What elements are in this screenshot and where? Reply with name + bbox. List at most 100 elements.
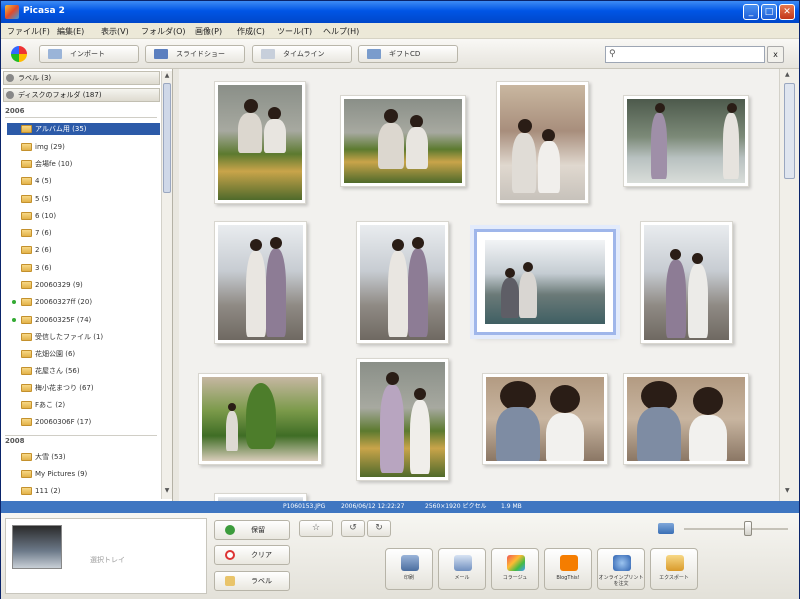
- hold-button[interactable]: 保留: [214, 520, 290, 540]
- menu-file[interactable]: ファイル(F): [7, 26, 50, 37]
- zoom-slider-thumb[interactable]: [744, 521, 752, 536]
- folder-item[interactable]: 花畑公園 (6): [7, 348, 160, 360]
- search-input[interactable]: [622, 48, 762, 61]
- person-head: [386, 372, 399, 385]
- minimize-button[interactable]: _: [743, 4, 759, 20]
- folder-item[interactable]: 大雪 (53): [7, 451, 160, 463]
- export-folder-icon: [666, 555, 684, 571]
- menu-help[interactable]: ヘルプ(H): [323, 26, 359, 37]
- scroll-down-icon[interactable]: ▼: [785, 487, 795, 494]
- collapse-icon: [6, 91, 14, 99]
- scroll-up-icon[interactable]: ▲: [785, 71, 795, 78]
- labels-section-header[interactable]: ラベル (3): [3, 71, 160, 85]
- folder-sidebar: ラベル (3) ディスクのフォルダ (187) 2006 アルバム用 (35) …: [1, 69, 173, 501]
- folder-item[interactable]: 20060329 (9): [7, 279, 160, 291]
- folder-item[interactable]: 20060327ff (20): [7, 296, 160, 308]
- folder-item[interactable]: 6 (10): [7, 210, 160, 222]
- menu-create[interactable]: 作成(C): [237, 26, 265, 37]
- email-button[interactable]: メール: [438, 548, 486, 590]
- folder-icon: [21, 470, 32, 478]
- person-figure: [246, 251, 266, 337]
- photo-thumbnail[interactable]: [623, 373, 749, 465]
- folder-item[interactable]: My Pictures (9): [7, 468, 160, 480]
- label-button[interactable]: ラベル: [214, 571, 290, 591]
- folder-item[interactable]: Fあこ (2): [7, 399, 160, 411]
- photo-image: [485, 240, 605, 324]
- slideshow-button[interactable]: スライドショー: [145, 45, 245, 63]
- photo-thumbnail[interactable]: [623, 95, 749, 187]
- photo-thumbnail[interactable]: [482, 373, 608, 465]
- person-figure: [388, 251, 408, 337]
- person-head: [693, 387, 723, 415]
- sidebar-scrollbar[interactable]: ▲ ▼: [161, 71, 172, 499]
- person-head: [727, 103, 737, 113]
- folder-item[interactable]: img (29): [7, 141, 160, 153]
- folder-item[interactable]: 梅小花まつり (67): [7, 382, 160, 394]
- folder-item[interactable]: 花屋さん (56): [7, 365, 160, 377]
- menu-edit[interactable]: 編集(E): [57, 26, 84, 37]
- status-filesize: 1.9 MB: [501, 503, 522, 510]
- menu-folder[interactable]: フォルダ(O): [141, 26, 186, 37]
- tray-thumbnail[interactable]: [12, 525, 62, 569]
- folder-item[interactable]: 3 (6): [7, 262, 160, 274]
- zoom-slider-track[interactable]: [684, 528, 788, 530]
- folder-item[interactable]: 4 (5): [7, 175, 160, 187]
- folder-icon: [21, 350, 32, 358]
- scroll-up-icon[interactable]: ▲: [162, 72, 172, 82]
- collage-icon: [507, 555, 525, 571]
- close-button[interactable]: ✕: [779, 4, 795, 20]
- email-icon: [454, 555, 472, 571]
- search-box: ⚲: [605, 46, 765, 63]
- export-button[interactable]: エクスポート: [650, 548, 698, 590]
- photo-thumbnail[interactable]: [198, 373, 322, 465]
- menu-picture[interactable]: 画像(P): [195, 26, 222, 37]
- gift-cd-button[interactable]: ギフトCD: [358, 45, 458, 63]
- folder-item[interactable]: 111 (2): [7, 485, 160, 497]
- rotate-left-icon[interactable]: ↺: [341, 520, 365, 537]
- folder-item[interactable]: アルバム用 (35): [7, 123, 160, 135]
- menu-tools[interactable]: ツール(T): [277, 26, 312, 37]
- blogthis-button[interactable]: BlogThis!: [544, 548, 592, 590]
- photo-thumbnail[interactable]: [340, 95, 466, 187]
- folder-item[interactable]: 7 (6): [7, 227, 160, 239]
- photo-thumbnail[interactable]: [356, 221, 449, 344]
- folder-item[interactable]: 2 (6): [7, 244, 160, 256]
- photo-thumbnail[interactable]: [496, 81, 589, 204]
- rotate-right-icon[interactable]: ↻: [367, 520, 391, 537]
- photo-thumbnail[interactable]: [214, 221, 307, 344]
- maximize-button[interactable]: □: [761, 4, 777, 20]
- person-head: [392, 239, 404, 251]
- folder-item[interactable]: 会場fe (10): [7, 158, 160, 170]
- photo-thumbnail-selected[interactable]: [474, 229, 616, 335]
- status-dimensions: 2560×1920 ピクセル: [425, 503, 487, 510]
- folder-item[interactable]: 5 (5): [7, 193, 160, 205]
- collage-button[interactable]: コラージュ: [491, 548, 539, 590]
- photo-thumbnail[interactable]: [640, 221, 733, 344]
- folder-icon: [21, 401, 32, 409]
- import-button[interactable]: インポート: [39, 45, 139, 63]
- star-button[interactable]: ☆: [299, 520, 333, 537]
- status-bar: P1060153.JPG 2006/06/12 12:22:27 2560×19…: [1, 501, 799, 513]
- person-figure: [380, 385, 404, 473]
- photo-image: [218, 225, 303, 340]
- folder-item[interactable]: 20060325F (74): [7, 314, 160, 326]
- folder-item[interactable]: 受信したファイル (1): [7, 331, 160, 343]
- order-prints-button[interactable]: オンラインプリントを注文: [597, 548, 645, 590]
- print-button[interactable]: 印刷: [385, 548, 433, 590]
- menu-view[interactable]: 表示(V): [101, 26, 129, 37]
- photo-thumbnail[interactable]: [214, 493, 307, 501]
- scroll-thumb[interactable]: [784, 83, 795, 179]
- grid-scrollbar[interactable]: ▲ ▼: [779, 69, 799, 501]
- photo-thumbnail[interactable]: [356, 358, 449, 481]
- folders-section-header[interactable]: ディスクのフォルダ (187): [3, 88, 160, 102]
- folder-item[interactable]: 20060306F (17): [7, 416, 160, 428]
- search-clear-button[interactable]: x: [767, 46, 784, 63]
- person-head: [250, 239, 262, 251]
- scroll-down-icon[interactable]: ▼: [162, 487, 172, 497]
- person-head: [518, 119, 532, 133]
- clear-button[interactable]: クリア: [214, 545, 290, 565]
- toolbar: インポート スライドショー タイムライン ギフトCD ⚲ x: [1, 39, 799, 69]
- photo-thumbnail[interactable]: [214, 81, 306, 204]
- timeline-button[interactable]: タイムライン: [252, 45, 352, 63]
- scroll-thumb[interactable]: [163, 83, 171, 193]
